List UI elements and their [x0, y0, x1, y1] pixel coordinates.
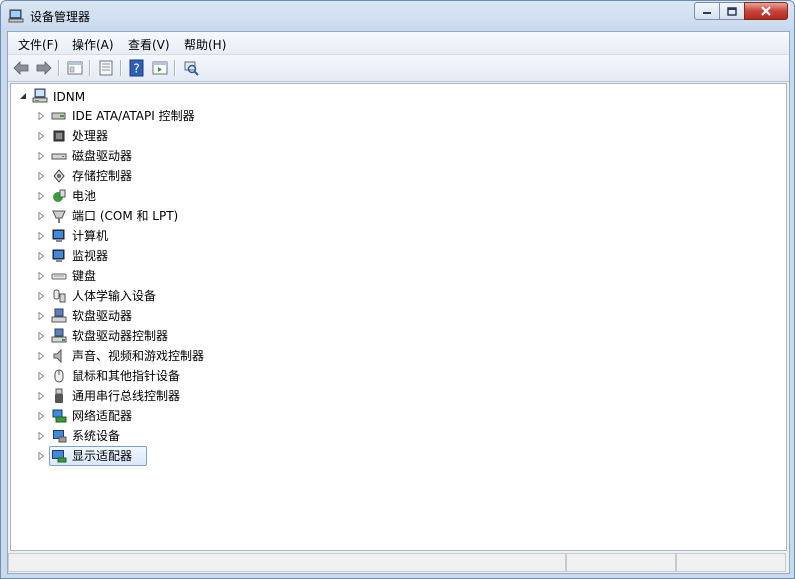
expand-arrow-icon[interactable] [37, 132, 45, 140]
title-bar[interactable]: 设备管理器 [1, 1, 794, 31]
expand-arrow-icon[interactable] [37, 432, 45, 440]
battery-icon [53, 189, 66, 202]
expand-arrow-icon[interactable] [37, 272, 45, 280]
tree-item-label[interactable]: 磁盘驱动器 [72, 148, 132, 164]
tree-root-label[interactable]: IDNM [53, 89, 85, 105]
toolbar-separator [89, 60, 91, 76]
menu-bar: 文件(F) 操作(A) 查看(V) 帮助(H) [8, 32, 789, 55]
expand-arrow-icon[interactable] [37, 212, 45, 220]
menu-file[interactable]: 文件(F) [18, 36, 58, 53]
expand-arrow-icon[interactable] [37, 452, 45, 460]
tree-item-label[interactable]: 端口 (COM 和 LPT) [72, 208, 178, 224]
tree-item-label[interactable]: 网络适配器 [72, 408, 132, 424]
menu-action[interactable]: 操作(A) [72, 36, 114, 53]
device-manager-icon [8, 9, 24, 23]
status-pane-2 [566, 553, 676, 572]
expand-arrow-icon[interactable] [37, 292, 45, 300]
tree-item-label[interactable]: 声音、视频和游戏控制器 [72, 348, 204, 364]
tree-item-label[interactable]: 处理器 [72, 128, 108, 144]
toolbar-separator [120, 60, 122, 76]
tree-item-label[interactable]: 鼠标和其他指针设备 [72, 368, 180, 384]
help-icon[interactable]: ? [128, 59, 146, 77]
mouse-icon [54, 369, 64, 383]
tree-item-label[interactable]: IDE ATA/ATAPI 控制器 [72, 108, 195, 124]
client-area: 文件(F) 操作(A) 查看(V) 帮助(H) ? IDNM IDE ATA/A… [7, 31, 790, 574]
expand-arrow-icon[interactable] [37, 332, 45, 340]
scan-hardware-icon[interactable] [182, 59, 200, 77]
menu-help[interactable]: 帮助(H) [184, 36, 226, 53]
close-icon [761, 6, 771, 16]
expand-arrow-icon[interactable] [37, 412, 45, 420]
expand-arrow-icon[interactable] [37, 312, 45, 320]
minimize-button[interactable] [694, 2, 720, 20]
floppy-controller-icon [51, 328, 67, 343]
storage-controller-icon [53, 169, 65, 183]
tree-item-label[interactable]: 键盘 [72, 268, 96, 284]
device-tree[interactable]: IDNM IDE ATA/ATAPI 控制器 处理器磁盘驱动器存储控制器电池端口 … [10, 83, 787, 551]
device-manager-window: 设备管理器 文件(F) 操作(A) 查看(V) 帮助(H) ? IDNM IDE… [0, 0, 795, 579]
status-pane-main [8, 553, 566, 572]
tree-item-label[interactable]: 显示适配器 [72, 448, 132, 464]
expand-arrow-icon[interactable] [37, 232, 45, 240]
expand-arrow-icon[interactable] [37, 352, 45, 360]
monitor-icon [52, 249, 65, 262]
tree-item-label[interactable]: 监视器 [72, 248, 108, 264]
expand-arrow-icon[interactable] [37, 172, 45, 180]
hid-icon [53, 289, 66, 303]
floppy-drive-icon [51, 308, 67, 323]
action-pane-icon[interactable] [151, 59, 169, 77]
expand-arrow-icon[interactable] [37, 252, 45, 260]
tree-item-label[interactable]: 软盘驱动器控制器 [72, 328, 168, 344]
tree-item-label[interactable]: 软盘驱动器 [72, 308, 132, 324]
system-device-icon [53, 430, 67, 443]
svg-text:?: ? [133, 62, 139, 76]
toolbar-separator [174, 60, 176, 76]
display-adapter-icon [52, 450, 67, 463]
tree-item-label[interactable]: 电池 [72, 188, 96, 204]
minimize-icon [703, 12, 711, 14]
tree-item-label[interactable]: 人体学输入设备 [72, 288, 156, 304]
processor-icon [53, 130, 65, 142]
forward-icon[interactable] [35, 59, 53, 77]
tree-item-label[interactable]: 计算机 [72, 228, 108, 244]
tree-item-label[interactable]: 系统设备 [72, 428, 120, 444]
network-adapter-icon [52, 409, 67, 423]
maximize-button[interactable] [719, 2, 745, 20]
properties-icon[interactable] [97, 59, 115, 77]
ide-controller-icon [51, 112, 66, 120]
show-hide-tree-icon[interactable] [66, 59, 84, 77]
disk-drive-icon [51, 153, 67, 160]
expand-arrow-icon[interactable] [37, 152, 45, 160]
maximize-icon [727, 6, 737, 16]
expand-arrow-icon[interactable] [37, 112, 45, 120]
status-bar [8, 551, 789, 573]
back-icon[interactable] [12, 59, 30, 77]
computer-icon [32, 88, 48, 103]
close-button[interactable] [744, 2, 788, 20]
usb-icon [55, 388, 63, 403]
menu-view[interactable]: 查看(V) [128, 36, 170, 53]
tree-item-label[interactable]: 通用串行总线控制器 [72, 388, 180, 404]
tree-item-label[interactable]: 存储控制器 [72, 168, 132, 184]
keyboard-icon [51, 273, 67, 280]
caption-buttons [694, 2, 788, 20]
collapse-arrow-icon[interactable] [19, 92, 27, 100]
toolbar-separator [58, 60, 60, 76]
expand-arrow-icon[interactable] [37, 372, 45, 380]
expand-arrow-icon[interactable] [37, 392, 45, 400]
sound-icon [53, 348, 62, 364]
computer-monitor-icon [52, 229, 65, 242]
window-title: 设备管理器 [30, 10, 91, 24]
port-icon [52, 210, 66, 223]
expand-arrow-icon[interactable] [37, 192, 45, 200]
status-pane-3 [676, 553, 786, 572]
toolbar: ? [8, 55, 789, 82]
